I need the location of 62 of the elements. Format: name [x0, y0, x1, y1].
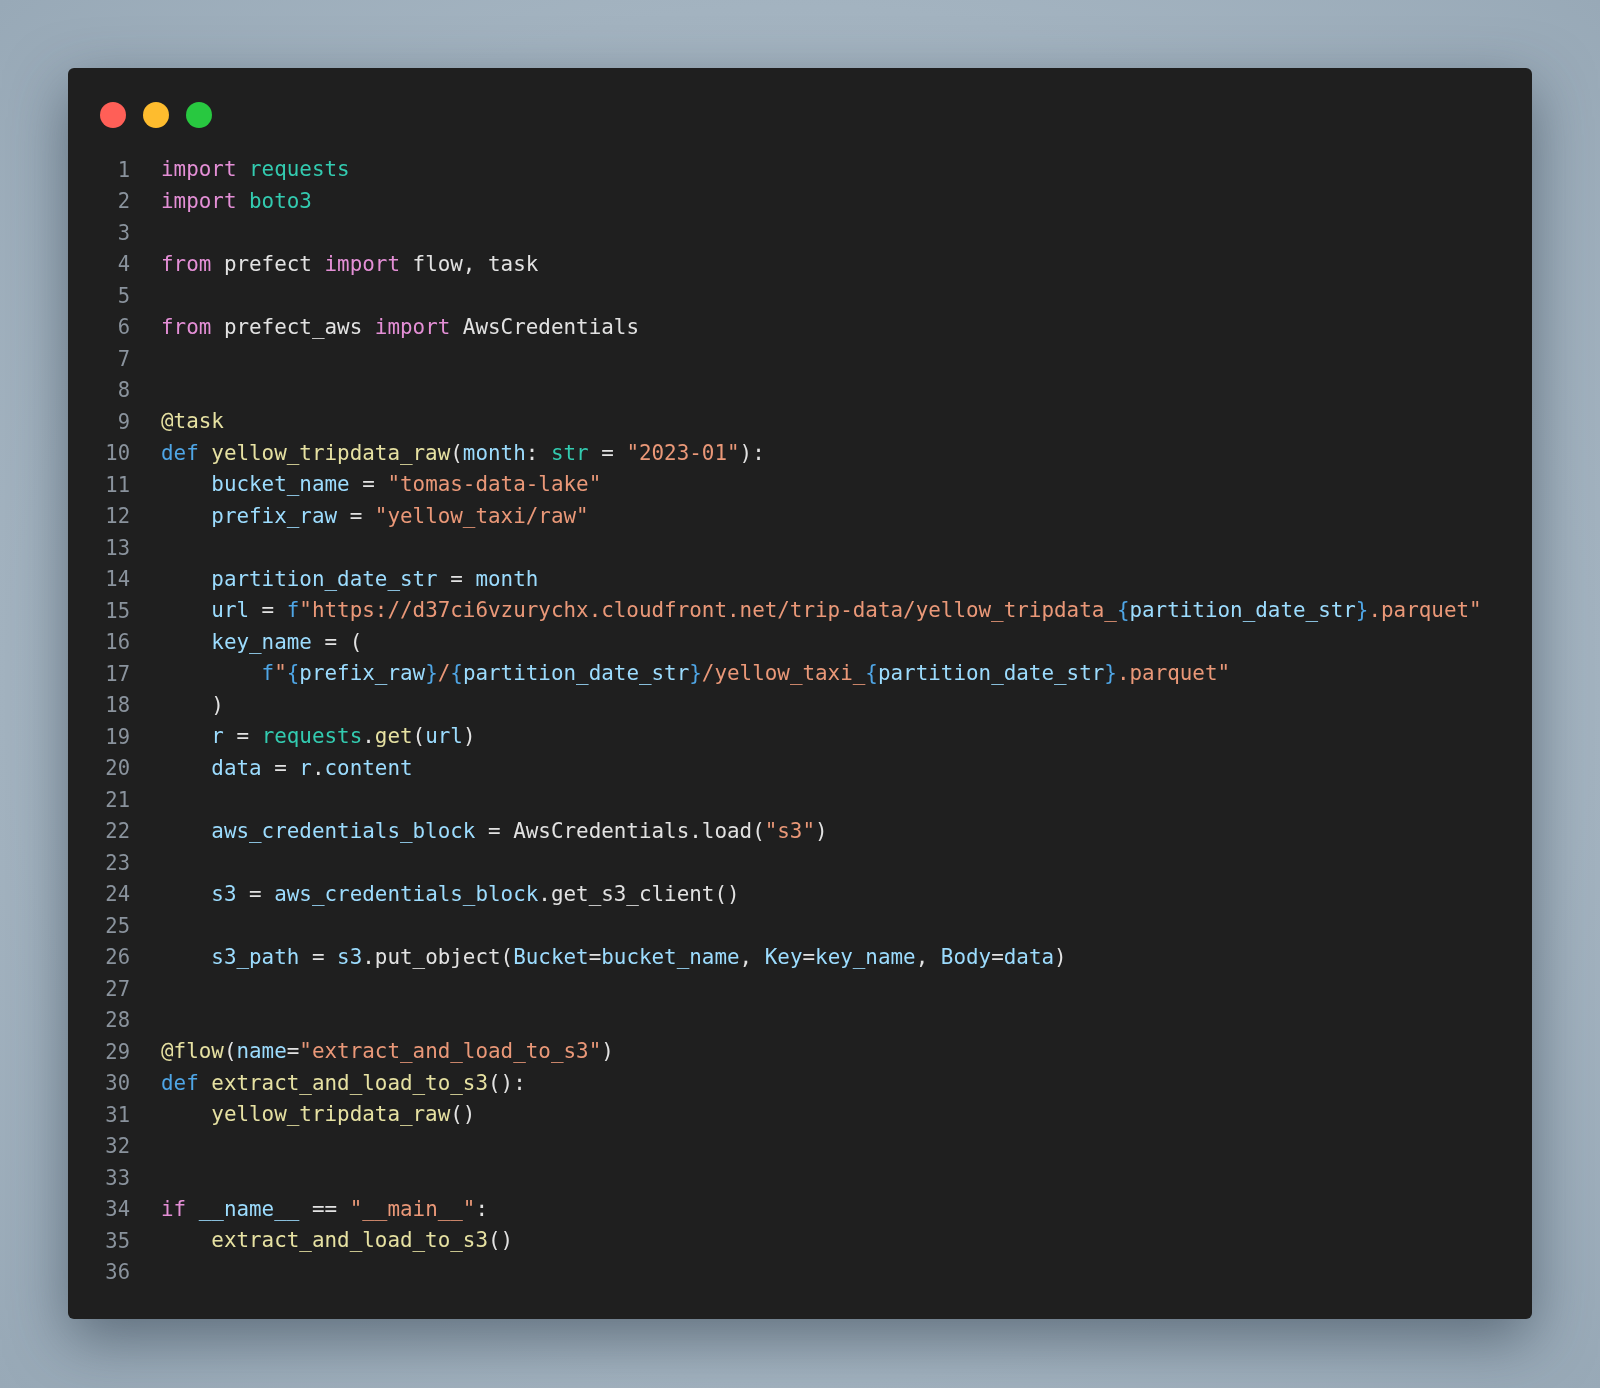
line-number: 32	[104, 1134, 130, 1159]
code-line: partition_date_str = month	[210, 565, 539, 593]
line-number: 1	[116, 157, 130, 182]
line-number: 23	[104, 850, 130, 875]
line-number: 4	[116, 252, 130, 277]
line-number: 18	[104, 693, 130, 718]
line-number: 13	[104, 535, 130, 560]
code-line: yellow_tripdata_raw()	[210, 1101, 476, 1128]
close-button[interactable]	[100, 102, 126, 128]
code-line: from prefect import flow, task	[161, 250, 539, 278]
line-number: 28	[104, 1008, 130, 1033]
line-number: 5	[116, 283, 130, 308]
line-number: 35	[104, 1228, 130, 1253]
line-number: 9	[116, 409, 130, 434]
line-number: 2	[116, 189, 130, 214]
line-number: 29	[104, 1039, 130, 1064]
line-number: 36	[104, 1260, 130, 1285]
line-number: 26	[104, 945, 130, 970]
code-line: prefix_raw = "yellow_taxi/raw"	[210, 502, 589, 530]
line-number: 3	[116, 220, 130, 245]
code-line: f"{prefix_raw}/{partition_date_str}/yellow_taxi_{partition_date_str}.parquet"	[260, 660, 1231, 687]
line-number: 8	[116, 378, 130, 403]
line-number: 34	[104, 1197, 130, 1222]
zoom-button[interactable]	[186, 102, 212, 128]
code-line: aws_credentials_block = AwsCredentials.load("s3")	[210, 817, 828, 845]
code-line: s3_path = s3.put_object(Bucket=bucket_name, Key=key_name, Body=data)	[210, 943, 1067, 971]
code-line: url = f"https://d37ci6vzurychx.cloudfront.net/trip-data/yellow_tripdata_{partition_date_str}.parquet"	[210, 597, 1482, 624]
code-line: def extract_and_load_to_s3():	[161, 1069, 526, 1097]
code-line: )	[210, 691, 224, 719]
line-number: 25	[104, 913, 130, 938]
line-number: 30	[104, 1071, 130, 1096]
line-number: 22	[104, 819, 130, 844]
code-line: import boto3	[161, 187, 312, 215]
code-line: @task	[161, 408, 224, 435]
code-line: import requests	[161, 156, 350, 183]
code-line: from prefect_aws import AwsCredentials	[161, 313, 639, 341]
minimize-button[interactable]	[143, 102, 169, 128]
code-line: s3 = aws_credentials_block.get_s3_client()	[210, 880, 740, 908]
code-line: if __name__ == "__main__":	[161, 1195, 489, 1223]
line-number: 6	[116, 315, 130, 340]
line-number: 14	[104, 567, 130, 592]
code-line: bucket_name = "tomas-data-lake"	[210, 471, 602, 498]
line-number: 33	[104, 1165, 130, 1190]
line-number: 15	[104, 598, 130, 623]
code-line: @flow(name="extract_and_load_to_s3")	[161, 1038, 614, 1065]
code-line: extract_and_load_to_s3()	[210, 1227, 514, 1254]
line-number: 7	[116, 346, 130, 371]
code-line: def yellow_tripdata_raw(month: str = "2023-01"):	[161, 439, 765, 467]
code-line: data = r.content	[210, 754, 413, 782]
line-number: 17	[104, 661, 130, 686]
line-number: 21	[104, 787, 130, 812]
line-number: 19	[104, 724, 130, 749]
line-number: 20	[104, 756, 130, 781]
line-number: 11	[104, 472, 130, 497]
line-number: 31	[104, 1102, 130, 1127]
line-number: 16	[104, 630, 130, 655]
code-line: r = requests.get(url)	[210, 723, 476, 750]
line-number: 12	[104, 504, 130, 529]
line-number: 24	[104, 882, 130, 907]
line-number: 10	[104, 441, 130, 466]
code-line: key_name = (	[210, 628, 363, 656]
line-number: 27	[104, 976, 130, 1001]
